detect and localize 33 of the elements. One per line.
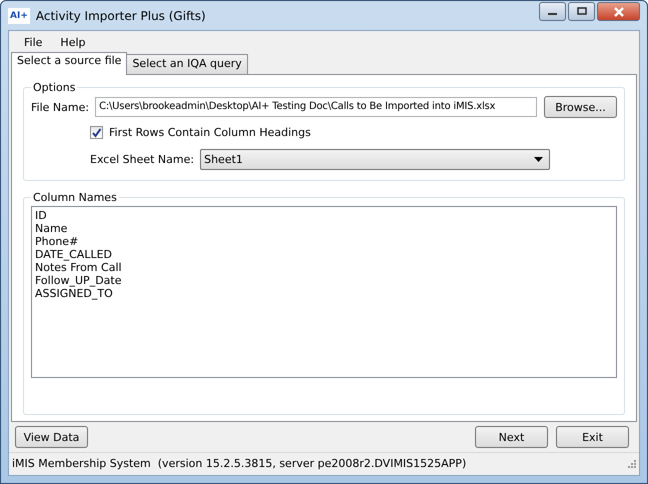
maximize-icon	[576, 7, 588, 16]
field-label: File Name:	[31, 100, 90, 114]
close-button[interactable]	[597, 2, 640, 21]
list-item[interactable]: Notes From Call	[35, 261, 613, 274]
close-icon	[612, 6, 624, 16]
sheet-dropdown[interactable]: Sheet1	[200, 148, 550, 170]
tab[interactable]: Select a source file	[11, 52, 128, 75]
checkbox-label: First Rows Contain Column Headings	[109, 126, 311, 138]
menu-item[interactable]: File	[15, 36, 52, 48]
list-item[interactable]: ASSIGNED_TO	[35, 287, 613, 300]
view-data-button[interactable]: View Data	[15, 426, 88, 448]
checkbox[interactable]	[90, 126, 103, 138]
list-item[interactable]: DATE_CALLED	[35, 248, 613, 261]
list-item[interactable]: Follow_UP_Date	[35, 274, 613, 287]
list-item[interactable]: Phone#	[35, 235, 613, 248]
exit-button[interactable]: Exit	[556, 426, 629, 448]
window-title: Activity Importer Plus (Gifts)	[36, 8, 206, 22]
menu-item[interactable]: Help	[51, 36, 94, 48]
status-text: iMIS Membership System (version 15.2.5.3815, server pe2008r2.DVIMIS1525APP)	[12, 456, 466, 470]
browse-button[interactable]: Browse...	[544, 96, 617, 118]
app-logo: AI+	[8, 8, 30, 24]
file-name-field[interactable]: C:\Users\brookeadmin\Desktop\AI+ Testing Doc\Calls to Be Imported into iMIS.xlsx	[95, 97, 537, 117]
minimize-button[interactable]	[539, 2, 566, 21]
next-button[interactable]: Next	[475, 426, 548, 448]
list-item[interactable]: Name	[35, 222, 613, 235]
list-item[interactable]: ID	[35, 209, 613, 222]
field-label: Excel Sheet Name:	[90, 152, 194, 166]
maximize-button[interactable]	[568, 2, 595, 21]
dropdown-arrow-icon	[534, 156, 544, 162]
group-title: Column Names	[32, 191, 118, 204]
resize-grip-icon[interactable]	[626, 458, 636, 468]
tab[interactable]: Select an IQA query	[126, 54, 248, 74]
group-title: Options	[32, 81, 76, 94]
